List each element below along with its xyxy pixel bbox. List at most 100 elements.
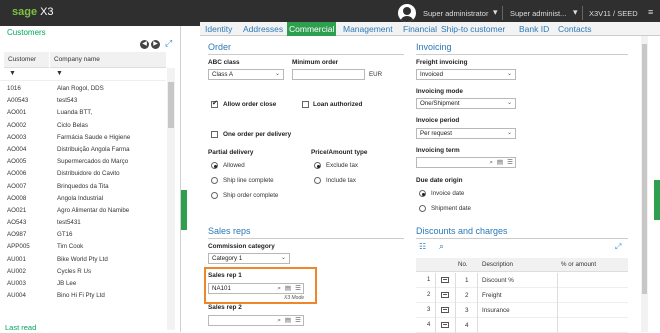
one-order-per-delivery-checkbox[interactable] xyxy=(211,131,218,138)
table-row[interactable]: AO021 Agro Alimentar do Namibe xyxy=(0,205,166,217)
table-row[interactable]: AO004 Distribuição Angola Farma xyxy=(0,144,166,156)
invoicing-mode-select[interactable]: One/Shipment ⌄ xyxy=(416,98,516,109)
search-icon[interactable]: ⌕ xyxy=(277,284,281,293)
divider xyxy=(416,54,628,55)
table-row[interactable]: AO005 Supermercados do Março xyxy=(0,156,166,168)
freight-invoicing-select[interactable]: Invoiced ⌄ xyxy=(416,69,516,80)
table-row[interactable]: AO007 Brinquedos da Tita xyxy=(0,181,166,193)
partial-allowed-radio[interactable] xyxy=(211,162,218,169)
column-header-no[interactable]: No. xyxy=(458,261,468,268)
table-row[interactable]: AU002 Cycles R Us xyxy=(0,266,166,278)
search-icon[interactable]: ⌕ xyxy=(489,158,493,167)
table-row[interactable]: 1016 Alan Rogol, DDS xyxy=(0,83,166,95)
divider xyxy=(208,54,404,55)
list-scrollbar-thumb[interactable] xyxy=(168,82,174,128)
table-row[interactable]: AU003 JB Lee xyxy=(0,278,166,290)
table-row[interactable]: AU004 Bino Hi Fi Pty Ltd xyxy=(0,290,166,302)
expand-icon[interactable]: ⤢ xyxy=(615,242,621,252)
row-detail-icon[interactable] xyxy=(441,292,449,298)
commission-category-select[interactable]: Category 1 ⌄ xyxy=(208,253,290,264)
expand-icon[interactable]: ⤢ xyxy=(165,38,172,49)
abc-class-select[interactable]: Class A ⌄ xyxy=(208,69,284,80)
lookup-icon[interactable]: ▤ xyxy=(497,158,503,167)
tab-bank-id[interactable]: Bank ID xyxy=(519,22,549,36)
table-row[interactable]: A00543 test543 xyxy=(0,95,166,107)
price-amount-type-label: Price/Amount type xyxy=(311,149,368,156)
table-row[interactable]: AO008 Angola Industrial xyxy=(0,193,166,205)
tab-commercial[interactable]: Commercial xyxy=(287,22,337,36)
partial-allowed-label: Allowed xyxy=(223,162,245,169)
include-tax-radio[interactable] xyxy=(314,177,321,184)
allow-order-close-checkbox[interactable] xyxy=(211,99,218,108)
customer-code: AU003 xyxy=(7,280,26,287)
customer-code: AO002 xyxy=(7,121,27,129)
company-name: Bino Hi Fi Pty Ltd xyxy=(57,292,105,300)
loan-authorized-checkbox[interactable] xyxy=(302,101,309,108)
commission-category-value: Category 1 xyxy=(212,255,243,262)
shipment-date-radio[interactable] xyxy=(419,205,426,212)
row-detail-icon[interactable] xyxy=(441,277,449,283)
role-selector[interactable]: Super administ... xyxy=(510,9,566,18)
search-icon[interactable]: ⌕ xyxy=(277,316,281,325)
invoicing-term-input[interactable]: ⌕ ▤ ☰ xyxy=(416,157,516,168)
table-row[interactable]: APP005 Tim Cook xyxy=(0,241,166,253)
exclude-tax-radio[interactable] xyxy=(314,162,321,169)
column-header-customer[interactable]: Customer xyxy=(4,52,49,68)
row-detail-icon[interactable] xyxy=(441,307,449,313)
column-header-amount[interactable]: % or amount xyxy=(561,261,596,268)
endpoint-selector[interactable]: X3V11 / SEED xyxy=(589,9,638,18)
tab-identity[interactable]: Identity xyxy=(205,22,232,36)
table-row[interactable]: AO003 Farmácia Saude e Higiene xyxy=(0,132,166,144)
caret-down-icon[interactable]: ▾ xyxy=(573,7,578,18)
table-row[interactable]: 44 xyxy=(416,318,628,333)
filter-icon[interactable]: ▼ xyxy=(56,70,63,77)
menu-icon[interactable]: ☰ xyxy=(507,158,513,167)
table-row[interactable]: AO987 GT16 xyxy=(0,229,166,241)
menu-icon[interactable]: ☰ xyxy=(295,284,301,293)
column-header-description[interactable]: Description xyxy=(482,261,513,268)
table-row[interactable]: AO006 Distribuidore do Cavito xyxy=(0,168,166,180)
company-name: test543 xyxy=(57,97,78,105)
invoice-period-select[interactable]: Per request ⌄ xyxy=(416,128,516,139)
next-page-icon[interactable]: ▶ xyxy=(151,40,160,49)
user-avatar-icon[interactable] xyxy=(398,4,416,22)
table-row[interactable]: AO001 Luanda BTT, xyxy=(0,107,166,119)
tab-management[interactable]: Management xyxy=(343,22,393,36)
invoicing-mode-value: One/Shipment xyxy=(420,100,460,107)
invoice-date-radio[interactable] xyxy=(419,190,426,197)
table-row[interactable]: 3 3 Insurance xyxy=(416,303,628,318)
ship-line-complete-radio[interactable] xyxy=(211,177,218,184)
sales-rep-1-input[interactable]: NA101 ⌕ ▤ ☰ xyxy=(208,283,304,294)
table-row[interactable]: AU001 Bike World Pty Ltd xyxy=(0,254,166,266)
company-name: Alan Rogol, DDS xyxy=(57,85,104,92)
sage-x3-logo[interactable]: sage X3 xyxy=(12,6,54,18)
last-read-link[interactable]: Last read xyxy=(5,323,36,332)
hamburger-menu-icon[interactable]: ≡ xyxy=(648,7,653,17)
grid-settings-icon[interactable]: ☷ xyxy=(419,242,426,251)
collapse-right-panel-handle[interactable] xyxy=(654,180,660,220)
table-row[interactable]: AO543 test5431 xyxy=(0,217,166,229)
tab-financial[interactable]: Financial xyxy=(403,22,437,36)
table-row[interactable]: 1 1 Discount % xyxy=(416,273,628,288)
menu-icon[interactable]: ☰ xyxy=(295,316,301,325)
collapse-left-panel-handle[interactable] xyxy=(181,190,187,230)
ship-order-complete-radio[interactable] xyxy=(211,192,218,199)
minimum-order-input[interactable] xyxy=(292,69,365,80)
lookup-icon[interactable]: ▤ xyxy=(285,316,291,325)
column-header-company-name[interactable]: Company name xyxy=(50,52,166,68)
tab-addresses[interactable]: Addresses xyxy=(243,22,283,36)
user-name[interactable]: Super administrator xyxy=(423,9,488,18)
tab-contacts[interactable]: Contacts xyxy=(558,22,592,36)
filter-icon[interactable]: ▼ xyxy=(9,70,16,77)
tab-ship-to-customer[interactable]: Ship-to customer xyxy=(441,22,505,36)
sales-rep-2-input[interactable]: ⌕ ▤ ☰ xyxy=(208,315,304,326)
table-row[interactable]: 2 2 Freight xyxy=(416,288,628,303)
customer-code: AO005 xyxy=(7,158,27,166)
lookup-icon[interactable]: ▤ xyxy=(285,284,291,293)
customer-code: AO006 xyxy=(7,170,27,178)
previous-page-icon[interactable]: ◀ xyxy=(140,40,149,49)
search-icon[interactable]: ⌕ xyxy=(439,241,444,252)
table-row[interactable]: AO002 Ciclo Belas xyxy=(0,120,166,132)
row-detail-icon[interactable] xyxy=(441,322,449,328)
caret-down-icon[interactable]: ▾ xyxy=(493,7,498,18)
